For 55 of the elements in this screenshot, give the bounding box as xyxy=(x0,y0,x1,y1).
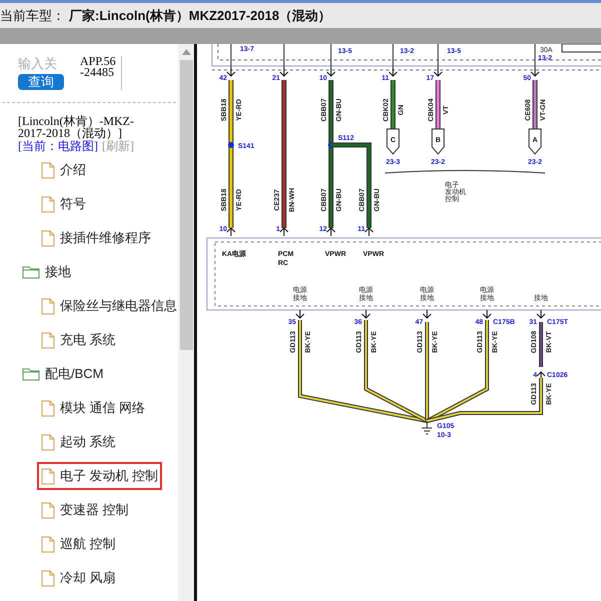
document-icon xyxy=(41,536,55,552)
pin-arrow xyxy=(280,68,288,77)
tree-item[interactable]: 冷却 风扇 xyxy=(37,564,120,592)
tree-item[interactable]: 配电/BCM xyxy=(18,360,108,388)
pin-arrow xyxy=(326,68,336,77)
tree-item[interactable]: 接地 xyxy=(18,258,75,286)
pin-arrow xyxy=(482,310,492,319)
document-icon xyxy=(41,196,55,212)
connector-box xyxy=(562,44,601,52)
document-icon xyxy=(41,332,55,348)
scroll-up-icon[interactable] xyxy=(182,49,190,55)
app-code: APP.56-24485 xyxy=(80,56,122,90)
tree-item[interactable]: 变速器 控制 xyxy=(37,496,133,524)
vehicle-model-label: 当前车型： xyxy=(0,6,65,25)
tree-item[interactable]: 起动 系统 xyxy=(37,428,120,456)
pin-arrow xyxy=(226,227,236,236)
pin-arrow xyxy=(296,310,304,319)
pin-arrow xyxy=(280,227,288,236)
pin-arrow xyxy=(536,310,546,319)
document-icon xyxy=(41,298,55,314)
document-icon xyxy=(41,162,55,178)
vehicle-model-name: 厂家:Lincoln(林肯）MKZ2017-2018（混动） xyxy=(69,6,332,25)
tree-item[interactable]: 电子 发动机 控制 xyxy=(37,462,162,490)
current-view-link[interactable]: [当前：电路图] xyxy=(18,140,98,152)
pin-arrow xyxy=(536,371,546,380)
folder-icon xyxy=(22,265,40,279)
pin-arrow xyxy=(226,68,236,77)
tree-item[interactable]: 介绍 xyxy=(37,156,90,184)
tree-item[interactable]: 巡航 控制 xyxy=(37,530,120,558)
folder-icon xyxy=(22,367,40,381)
scrollbar-thumb[interactable] xyxy=(180,60,192,350)
tree-item[interactable]: 模块 通信 网络 xyxy=(37,394,150,422)
pin-arrow xyxy=(388,68,398,77)
document-icon xyxy=(41,400,55,416)
document-icon xyxy=(41,502,55,518)
scrollbar[interactable] xyxy=(178,44,194,601)
search-button[interactable]: 查询 xyxy=(18,74,64,90)
pin-arrow xyxy=(362,310,370,319)
splice-dot xyxy=(228,142,234,148)
tree-item[interactable]: 符号 xyxy=(37,190,90,218)
tree-item[interactable]: 保险丝与继电器信息 xyxy=(37,292,178,320)
pin-arrow xyxy=(422,310,432,319)
document-icon xyxy=(41,570,55,586)
search-field[interactable]: 输入关 xyxy=(18,56,74,72)
vehicle-path: [Lincoln(林肯）-MKZ-2017-2018（混动）] xyxy=(18,115,135,139)
pin-arrow xyxy=(434,68,442,77)
document-icon xyxy=(41,230,55,246)
pin-arrow xyxy=(364,227,374,236)
document-icon xyxy=(41,468,55,484)
pin-arrow xyxy=(530,68,540,77)
tree-item[interactable]: 接插件维修程序 xyxy=(37,224,155,252)
tree-item[interactable]: 充电 系统 xyxy=(37,326,120,354)
document-icon xyxy=(41,434,55,450)
splice-dot xyxy=(328,142,334,148)
pin-arrow xyxy=(326,227,336,236)
